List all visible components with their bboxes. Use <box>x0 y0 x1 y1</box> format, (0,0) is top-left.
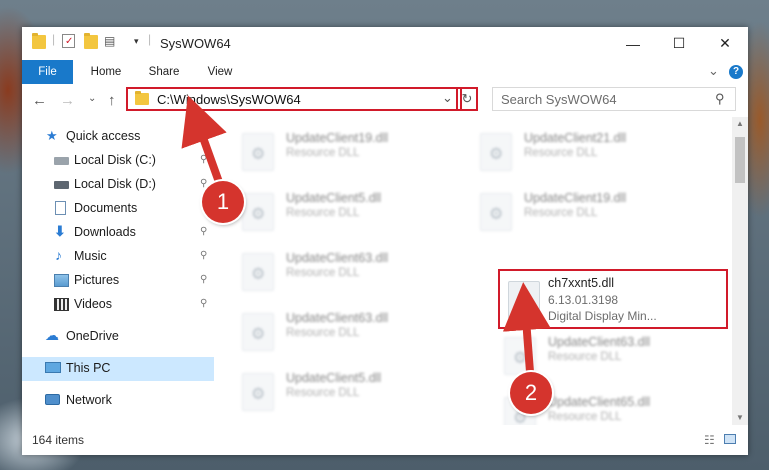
step-1-badge: 1 <box>202 181 244 223</box>
annotation-arrows <box>181 95 551 373</box>
step-2-badge: 2 <box>510 372 552 414</box>
arrow-to-file <box>502 282 551 373</box>
